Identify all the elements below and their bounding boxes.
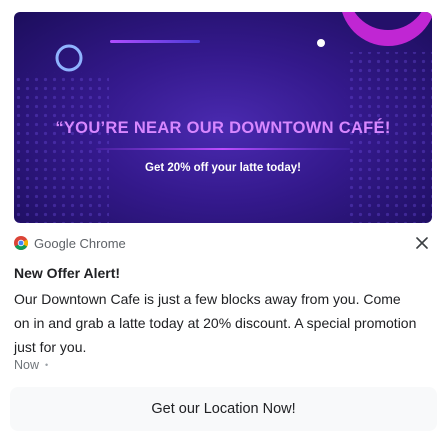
- notification-time: Now •: [14, 358, 48, 372]
- chrome-icon: [14, 236, 28, 250]
- get-location-button[interactable]: Get our Location Now!: [10, 387, 437, 431]
- close-icon[interactable]: [416, 237, 428, 249]
- banner-headline: “YOU’RE NEAR OUR DOWNTOWN CAFÉ!: [55, 119, 391, 137]
- chrome-notification: “YOU’RE NEAR OUR DOWNTOWN CAFÉ! Get 20% …: [0, 0, 447, 440]
- notification-header: Google Chrome: [14, 234, 433, 252]
- banner-subline: Get 20% off your latte today!: [145, 162, 301, 174]
- timestamp: Now: [14, 358, 40, 372]
- app-name: Google Chrome: [34, 235, 126, 251]
- close-button[interactable]: [413, 234, 431, 252]
- banner-decoration: [14, 12, 432, 223]
- promo-banner-image[interactable]: “YOU’RE NEAR OUR DOWNTOWN CAFÉ! Get 20% …: [14, 12, 432, 223]
- notification-message: Our Downtown Cafe is just a few blocks a…: [14, 291, 417, 355]
- notification-title: New Offer Alert!: [14, 265, 121, 281]
- separator-dot: •: [45, 360, 49, 370]
